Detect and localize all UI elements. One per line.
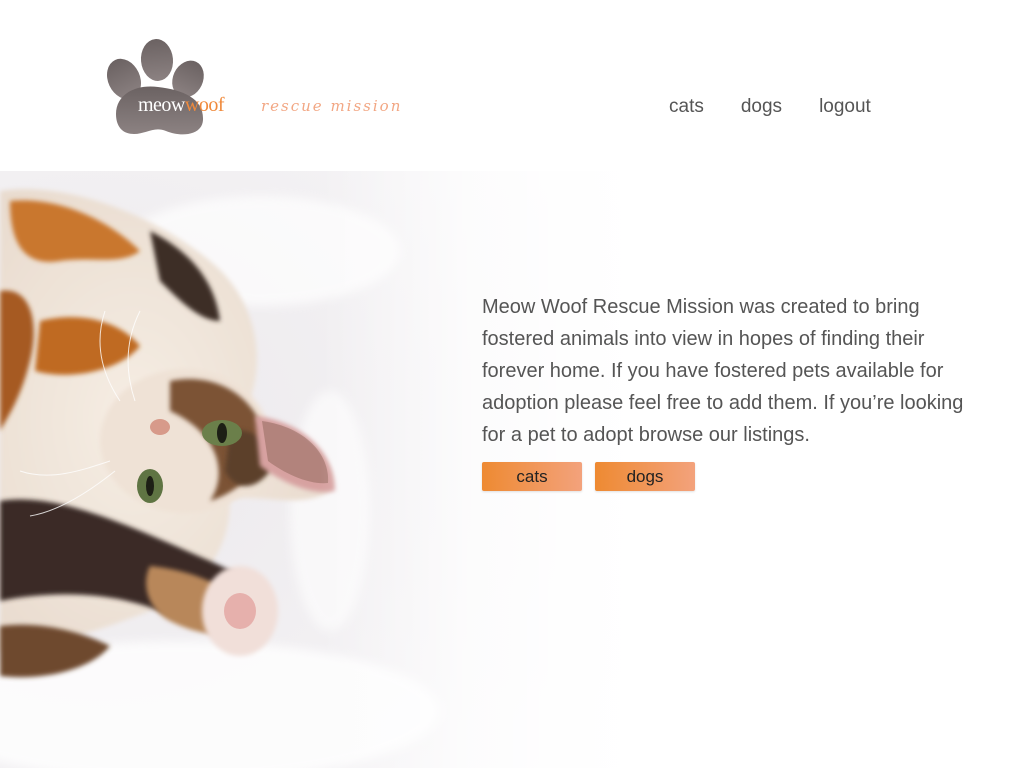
hero-buttons: cats dogs [482,462,695,491]
nav-link-logout[interactable]: logout [819,96,871,118]
brand-logo[interactable]: meowwoof [100,36,270,141]
brand-tagline: rescue mission [261,97,403,115]
intro-text: Meow Woof Rescue Mission was created to … [482,296,964,446]
brand-name-part1: meow [138,94,185,116]
dogs-button[interactable]: dogs [595,462,695,491]
brand-wordmark: meowwoof [138,94,225,117]
nav-link-dogs[interactable]: dogs [741,96,782,118]
hero-section: Meow Woof Rescue Mission was created to … [0,171,1024,768]
main-nav: cats dogs logout [669,96,871,118]
cats-button[interactable]: cats [482,462,582,491]
brand-name-part2: woof [184,94,225,116]
nav-link-cats[interactable]: cats [669,96,704,118]
site-header: meowwoof rescue mission cats dogs logout [0,0,1024,171]
paw-print-icon [106,39,204,135]
